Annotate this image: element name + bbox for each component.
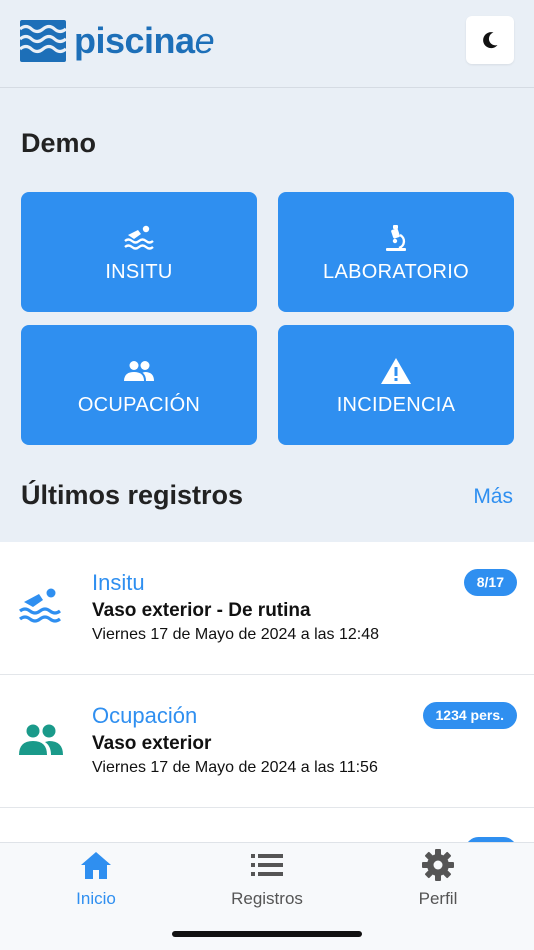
swimmer-icon <box>19 588 61 623</box>
record-place: Vaso exterior <box>92 733 212 754</box>
swimmer-icon <box>124 225 154 250</box>
list-icon <box>251 854 283 876</box>
home-icon <box>81 852 111 879</box>
brand-suffix: e <box>194 20 215 61</box>
tab-perfil[interactable]: Perfil <box>349 843 527 923</box>
gear-icon <box>422 849 454 881</box>
tab-inicio-label: Inicio <box>76 889 116 908</box>
warning-icon <box>381 357 411 384</box>
people-icon <box>19 724 63 755</box>
laboratorio-button[interactable]: LABORATORIO <box>278 192 514 312</box>
record-place: Vaso exterior - De rutina <box>92 600 311 621</box>
laboratorio-label: LABORATORIO <box>323 260 469 283</box>
record-item-insitu[interactable]: Insitu Vaso exterior - De rutina Viernes… <box>0 542 534 675</box>
tab-perfil-label: Perfil <box>418 889 458 908</box>
ocupacion-button[interactable]: OCUPACIÓN <box>21 325 257 445</box>
site-title: Demo <box>21 128 97 158</box>
microscope-icon <box>386 224 406 251</box>
tab-registros[interactable]: Registros <box>178 843 356 923</box>
insitu-button[interactable]: INSITU <box>21 192 257 312</box>
tab-registros-label: Registros <box>231 889 303 908</box>
record-badge: 1234 pers. <box>422 702 517 729</box>
insitu-label: INSITU <box>105 260 173 283</box>
home-indicator <box>172 931 362 937</box>
record-item-ocupacion[interactable]: Ocupación Vaso exterior Viernes 17 de Ma… <box>0 675 534 808</box>
record-badge: 8/17 <box>463 569 517 596</box>
waves-logo-icon <box>20 20 66 62</box>
app-header: piscinae <box>0 0 534 88</box>
moon-icon <box>483 32 498 49</box>
record-date: Viernes 17 de Mayo de 2024 a las 12:48 <box>92 626 380 643</box>
people-icon <box>124 360 154 381</box>
tab-inicio[interactable]: Inicio <box>7 843 185 923</box>
brand-name: piscina <box>74 20 195 61</box>
recent-records-list: Insitu Vaso exterior - De rutina Viernes… <box>0 542 534 842</box>
incidencia-button[interactable]: INCIDENCIA <box>278 325 514 445</box>
incidencia-label: INCIDENCIA <box>336 393 456 416</box>
record-type: Ocupación <box>92 703 198 728</box>
ocupacion-label: OCUPACIÓN <box>77 393 201 416</box>
theme-toggle-button[interactable] <box>466 16 514 64</box>
record-type: Insitu <box>92 570 145 595</box>
record-item-partial[interactable] <box>0 808 534 842</box>
record-date: Viernes 17 de Mayo de 2024 a las 11:56 <box>92 759 378 776</box>
more-records-link[interactable]: Más <box>473 485 513 509</box>
brand-logo: piscinae <box>20 20 215 62</box>
recent-records-title: Últimos registros <box>21 480 244 510</box>
